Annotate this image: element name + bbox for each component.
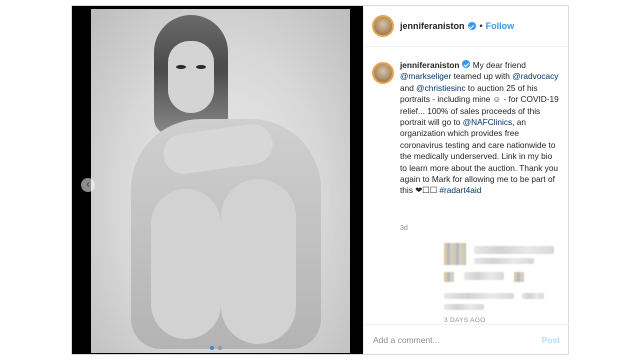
carousel-dot-2 [218, 346, 222, 350]
post-modal: ‹ jenniferaniston • Follow jenniferanist… [71, 5, 569, 355]
blurred-row [474, 246, 554, 254]
mention-nafclinics[interactable]: @NAFClinics [463, 117, 512, 127]
post-comment-button[interactable]: Post [542, 335, 560, 345]
blurred-row [522, 293, 544, 299]
comment-bar: Add a comment... Post [364, 324, 569, 354]
mention-markseliger[interactable]: @markseliger [400, 71, 451, 81]
caption-time: 3d [400, 225, 408, 232]
blurred-row [444, 304, 484, 310]
caption-avatar[interactable] [372, 62, 394, 84]
blurred-row [444, 293, 514, 299]
verified-badge-icon [467, 22, 476, 30]
comment-input[interactable]: Add a comment... [373, 335, 440, 345]
post-sidebar: jenniferaniston • Follow jenniferaniston… [363, 6, 569, 354]
caption-username[interactable]: jenniferaniston [400, 60, 459, 70]
caption-seg-8: , an organization which provides free co… [400, 117, 559, 196]
post-photo[interactable]: ‹ [72, 6, 363, 354]
header-separator: • [479, 21, 483, 31]
carousel-dot-1 [210, 346, 214, 350]
portrait-face [168, 41, 214, 113]
portrait-eye-left [176, 65, 186, 69]
post-date: 3 DAYS AGO [444, 317, 486, 324]
avatar[interactable] [372, 15, 394, 37]
mention-radvocacy[interactable]: @radvocacy [512, 71, 558, 81]
caption-seg-2: teamed up with [451, 71, 513, 82]
caption-text: jenniferaniston My dear friend @markseli… [400, 60, 560, 197]
portrait-image [91, 9, 350, 353]
portrait-leg-right [221, 179, 296, 344]
caption-block: jenniferaniston My dear friend @markseli… [372, 60, 562, 197]
blurred-row [464, 272, 504, 280]
caption-seg-4: and [400, 82, 417, 93]
follow-button[interactable]: Follow [486, 21, 515, 31]
blurred-row [474, 258, 534, 264]
post-header: jenniferaniston • Follow [364, 6, 568, 47]
blurred-avatar [444, 243, 466, 265]
mention-christiesinc[interactable]: @christiesinc [416, 83, 465, 93]
carousel-prev-button[interactable]: ‹ [81, 178, 95, 192]
hashtag-radart4aid[interactable]: #radart4aid [439, 185, 481, 195]
carousel-dots [210, 346, 222, 350]
blurred-icon [444, 272, 454, 282]
header-username[interactable]: jenniferaniston [400, 21, 465, 31]
blurred-icon [514, 272, 524, 282]
caption-seg-0: My dear friend [470, 60, 526, 70]
portrait-eye-right [196, 65, 206, 69]
portrait-leg-left [151, 189, 221, 339]
